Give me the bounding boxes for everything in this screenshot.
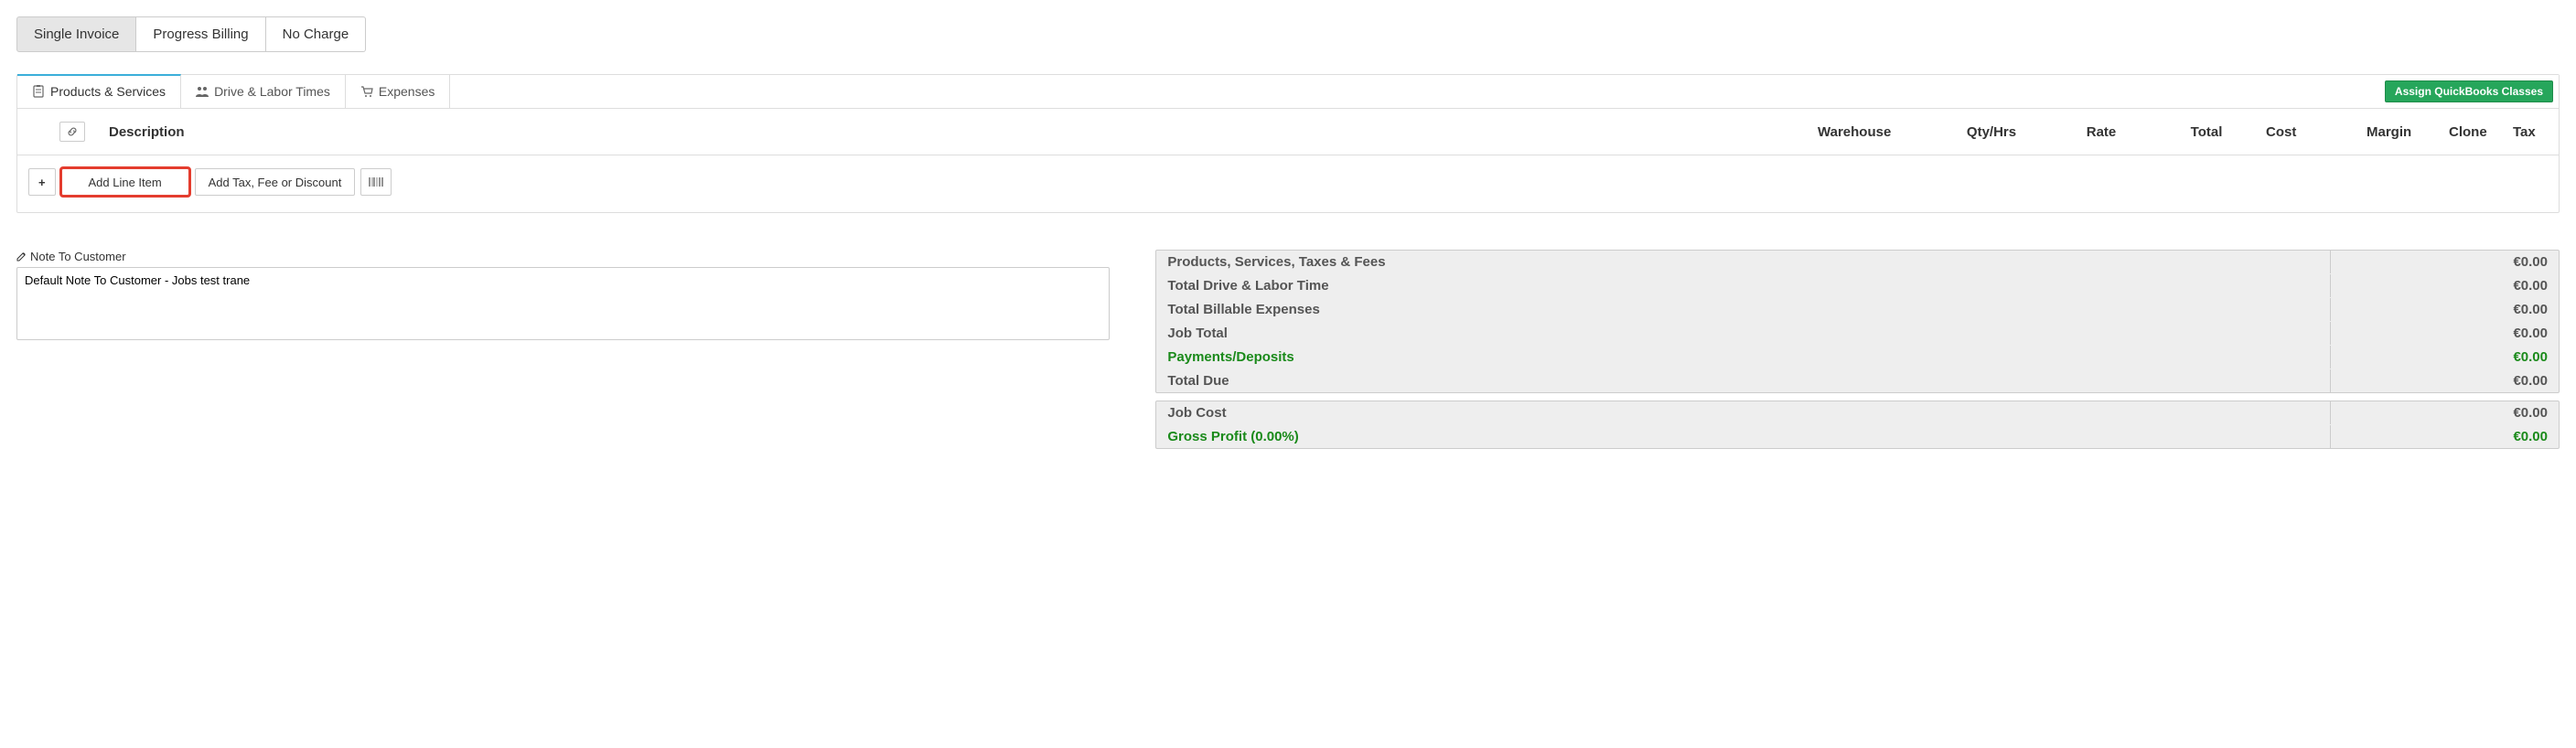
col-link [45,116,100,147]
totals-column: Products, Services, Taxes & Fees€0.00Tot… [1155,250,2560,456]
totals-row: Job Total€0.00 [1156,321,2559,345]
note-column: Note To Customer [16,250,1110,343]
col-cost: Cost [2257,119,2357,145]
pencil-icon [16,251,27,262]
totals-value: €0.00 [2330,346,2559,369]
line-items-panel: Products & Services Drive & Labor Times … [16,74,2560,213]
totals-label: Total Drive & Labor Time [1156,274,2330,297]
no-charge-button[interactable]: No Charge [266,16,367,52]
column-header-row: Description Warehouse Qty/Hrs Rate Total… [17,109,2559,155]
col-description: Description [100,119,1809,145]
cart-icon [360,85,373,98]
clipboard-icon [32,85,45,98]
totals-value: €0.00 [2330,425,2559,448]
totals-cost-group: Job Cost€0.00Gross Profit (0.00%)€0.00 [1155,401,2560,449]
tab-label: Products & Services [50,84,166,99]
totals-label: Job Total [1156,322,2330,345]
assign-quickbooks-button[interactable]: Assign QuickBooks Classes [2385,80,2553,102]
totals-value: €0.00 [2330,369,2559,392]
tab-row: Products & Services Drive & Labor Times … [17,75,2559,109]
action-row: + Add Line Item Add Tax, Fee or Discount [17,155,2559,212]
totals-main-group: Products, Services, Taxes & Fees€0.00Tot… [1155,250,2560,393]
add-line-item-button[interactable]: Add Line Item [61,168,189,196]
totals-label: Payments/Deposits [1156,346,2330,369]
col-expand [17,126,45,137]
note-label-text: Note To Customer [30,250,126,263]
totals-row: Payments/Deposits€0.00 [1156,345,2559,369]
plus-icon: + [38,176,46,189]
tab-expenses[interactable]: Expenses [346,75,450,108]
totals-label: Products, Services, Taxes & Fees [1156,251,2330,273]
totals-row: Job Cost€0.00 [1156,401,2559,424]
barcode-icon [369,176,383,187]
col-tax: Tax [2504,119,2559,145]
totals-label: Gross Profit (0.00%) [1156,425,2330,448]
totals-label: Total Due [1156,369,2330,392]
totals-row: Total Drive & Labor Time€0.00 [1156,273,2559,297]
totals-row: Total Due€0.00 [1156,369,2559,392]
col-rate: Rate [2046,119,2156,145]
tab-label: Expenses [379,84,435,99]
note-to-customer-input[interactable] [16,267,1110,340]
people-icon [196,85,209,98]
tab-products-services[interactable]: Products & Services [17,74,181,108]
totals-value: €0.00 [2330,401,2559,424]
col-margin: Margin [2357,119,2440,145]
note-to-customer-label[interactable]: Note To Customer [16,250,126,263]
totals-value: €0.00 [2330,251,2559,273]
totals-row: Gross Profit (0.00%)€0.00 [1156,424,2559,448]
link-icon[interactable] [59,122,85,142]
totals-value: €0.00 [2330,274,2559,297]
add-tax-fee-discount-button[interactable]: Add Tax, Fee or Discount [195,168,356,196]
progress-billing-button[interactable]: Progress Billing [136,16,265,52]
billing-type-group: Single Invoice Progress Billing No Charg… [16,16,366,52]
expand-button[interactable]: + [28,168,56,196]
single-invoice-button[interactable]: Single Invoice [16,16,136,52]
barcode-button[interactable] [360,168,392,196]
bottom-section: Note To Customer Products, Services, Tax… [16,250,2560,456]
totals-row: Products, Services, Taxes & Fees€0.00 [1156,251,2559,273]
totals-value: €0.00 [2330,298,2559,321]
col-clone: Clone [2440,119,2504,145]
col-total: Total [2156,119,2257,145]
totals-label: Total Billable Expenses [1156,298,2330,321]
totals-label: Job Cost [1156,401,2330,424]
col-qty: Qty/Hrs [1937,119,2046,145]
tab-label: Drive & Labor Times [214,84,330,99]
totals-value: €0.00 [2330,322,2559,345]
tab-drive-labor[interactable]: Drive & Labor Times [181,75,346,108]
totals-row: Total Billable Expenses€0.00 [1156,297,2559,321]
col-warehouse: Warehouse [1809,119,1937,145]
